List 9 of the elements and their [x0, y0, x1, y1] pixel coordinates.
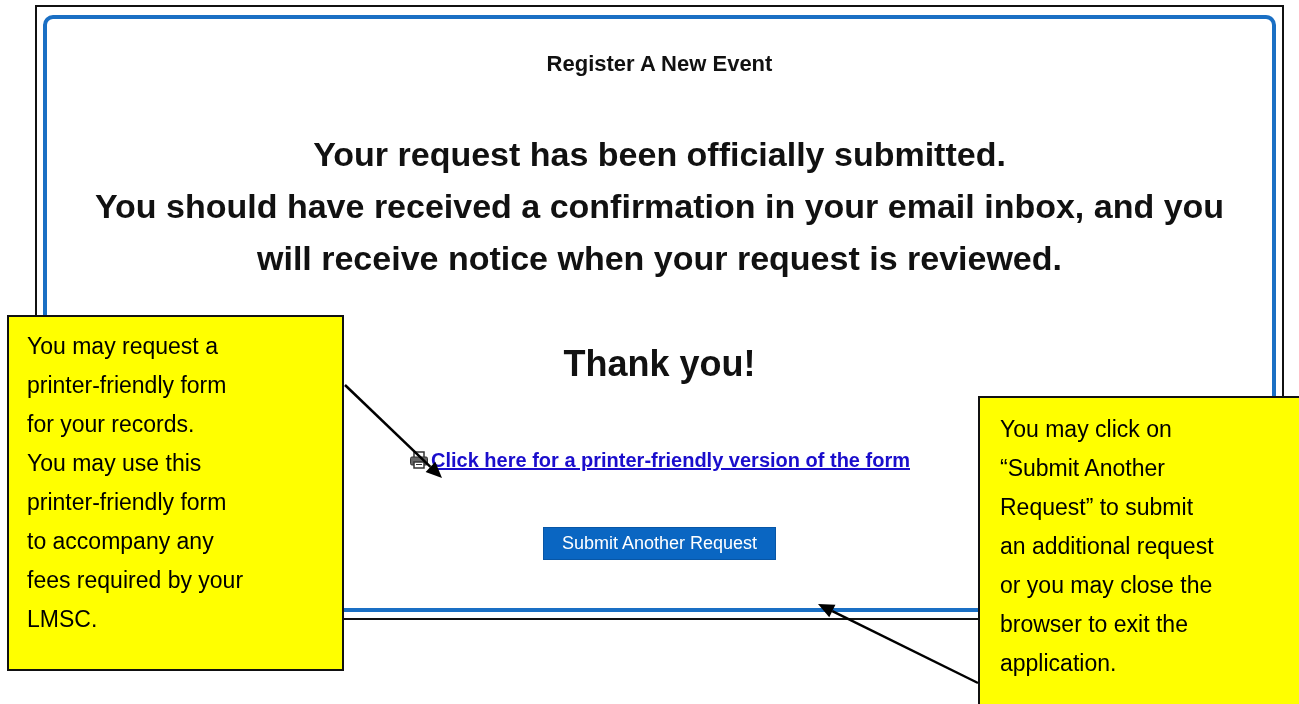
printer-friendly-link[interactable]: Click here for a printer-friendly version of the form — [431, 448, 910, 472]
callout-note: You may request a printer-friendly form for your records. You may use this printer-friendly form to accompany any fees required by your LMSC. — [7, 315, 344, 671]
thank-you-text: Thank you! — [563, 342, 756, 386]
printer-icon — [409, 450, 429, 470]
submit-another-request-button[interactable]: Submit Another Request — [542, 527, 777, 560]
callout-note: You may click on “Submit Another Request” to submit an additional request or you may close the browser to exit the application. — [978, 396, 1299, 704]
page-heading: Register A New Event — [546, 51, 773, 77]
confirmation-message: Your request has been officially submitted. — [313, 134, 1006, 175]
confirmation-message: You should have received a confirmation in your email inbox, and you will receive notice when your request is reviewed. — [94, 186, 1225, 279]
